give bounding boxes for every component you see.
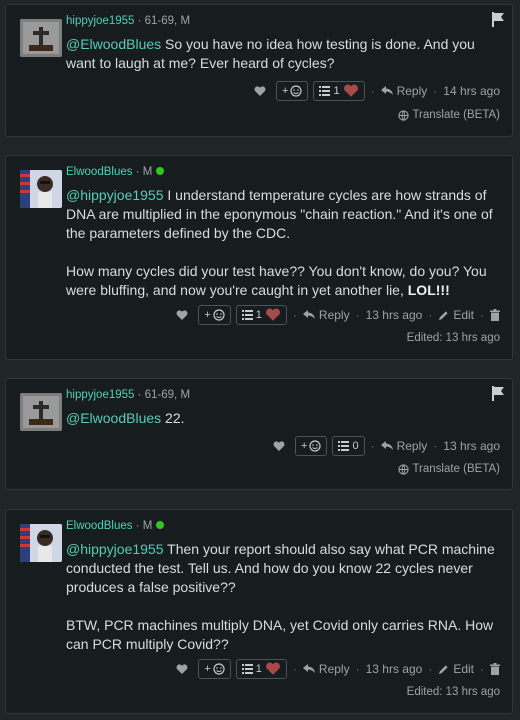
avatar[interactable] (20, 170, 62, 208)
heart-icon (343, 84, 358, 97)
mention-link[interactable]: @hippyjoe1955 (66, 187, 164, 203)
pencil-icon (439, 310, 448, 320)
reactions-list-button[interactable]: 1 (235, 305, 287, 325)
reply-icon (302, 664, 315, 673)
list-icon (338, 441, 350, 451)
heart-icon[interactable] (254, 85, 266, 97)
comment-card: hippyjoe1955 · 61-69, M @ElwoodBlues So … (5, 4, 513, 137)
avatar[interactable] (20, 393, 62, 431)
reply-button[interactable]: Reply (380, 439, 427, 453)
reply-button[interactable]: Reply (380, 84, 427, 98)
globe-icon (398, 463, 410, 475)
add-reaction-button[interactable]: + (198, 305, 231, 325)
flag-icon[interactable] (490, 385, 506, 401)
comment-card: ElwoodBlues · M @hippyjoe1955 I understa… (5, 155, 513, 360)
avatar[interactable] (20, 524, 62, 562)
edit-button[interactable]: Edit (438, 308, 474, 322)
trash-icon[interactable] (490, 663, 500, 675)
add-reaction-button[interactable]: + (295, 436, 328, 456)
comment-body-bold: LOL!!! (407, 282, 450, 298)
edit-button[interactable]: Edit (438, 662, 474, 676)
timestamp: 13 hrs ago (365, 662, 423, 676)
reactions-list-button[interactable]: 1 (313, 81, 365, 101)
list-icon (241, 664, 253, 674)
trash-icon[interactable] (490, 309, 500, 321)
timestamp: 14 hrs ago (443, 84, 500, 98)
comment-meta: hippyjoe1955 · 61-69, M (66, 15, 190, 27)
user-info: · 61-69, M (134, 389, 191, 401)
user-info: · 61-69, M (134, 15, 191, 27)
reply-button[interactable]: Reply (302, 308, 350, 322)
comment-actions: + 0 · Reply · 13 hrs ago (273, 436, 500, 456)
heart-icon[interactable] (273, 440, 285, 452)
mention-link[interactable]: @ElwoodBlues (66, 410, 161, 426)
username-link[interactable]: ElwoodBlues (66, 166, 132, 178)
username-link[interactable]: hippyjoe1955 (66, 389, 134, 401)
reply-icon (302, 310, 315, 319)
reply-icon (380, 86, 393, 95)
timestamp: 13 hrs ago (365, 308, 423, 322)
comment-meta: hippyjoe1955 · 61-69, M (66, 389, 190, 401)
comment-body: 22. (161, 410, 185, 426)
translate-link[interactable]: Translate (BETA) (398, 109, 500, 121)
comment-text: @hippyjoe1955 I understand temperature c… (66, 186, 500, 300)
comment-meta: ElwoodBlues · M (66, 520, 165, 532)
comment-actions: + 1 · Reply · 13 hrs ago · Edit · (176, 305, 500, 325)
heart-icon[interactable] (176, 663, 188, 675)
pencil-icon (439, 664, 448, 674)
comment-text: @ElwoodBlues So you have no idea how tes… (66, 35, 500, 73)
reactions-list-button[interactable]: 1 (235, 659, 287, 679)
user-info: · M (132, 166, 153, 178)
smiley-icon (213, 663, 225, 675)
reply-button[interactable]: Reply (302, 662, 350, 676)
edited-label: Edited: 13 hrs ago (406, 332, 500, 344)
heart-icon (265, 662, 280, 675)
list-icon (241, 310, 253, 320)
flag-icon[interactable] (490, 11, 506, 27)
reactions-list-button[interactable]: 0 (332, 436, 365, 456)
comment-actions: + 1 · Reply · 13 hrs ago · Edit · (176, 659, 500, 679)
mention-link[interactable]: @ElwoodBlues (66, 36, 161, 52)
globe-icon (398, 109, 410, 121)
username-link[interactable]: hippyjoe1955 (66, 15, 134, 27)
online-status-dot (156, 521, 165, 529)
comment-actions: + 1 · Reply · 14 hrs ago (254, 81, 500, 101)
comment-card: hippyjoe1955 · 61-69, M @ElwoodBlues 22.… (5, 378, 513, 490)
comment-body: BTW, PCR machines multiply DNA, yet Covi… (66, 617, 494, 652)
username-link[interactable]: ElwoodBlues (66, 520, 132, 532)
comment-card: ElwoodBlues · M @hippyjoe1955 Then your … (5, 509, 513, 714)
comment-meta: ElwoodBlues · M (66, 166, 165, 178)
comment-text: @hippyjoe1955 Then your report should al… (66, 540, 500, 654)
heart-icon (265, 308, 280, 321)
smiley-icon (309, 440, 322, 452)
translate-link[interactable]: Translate (BETA) (398, 463, 500, 475)
edited-label: Edited: 13 hrs ago (406, 686, 500, 698)
online-status-dot (156, 167, 165, 175)
comment-text: @ElwoodBlues 22. (66, 409, 500, 428)
smiley-icon (213, 309, 225, 321)
avatar[interactable] (20, 19, 62, 57)
user-info: · M (132, 520, 153, 532)
timestamp: 13 hrs ago (443, 439, 500, 453)
list-icon (319, 86, 331, 96)
add-reaction-button[interactable]: + (198, 659, 231, 679)
smiley-icon (290, 85, 303, 97)
add-reaction-button[interactable]: + (276, 81, 309, 101)
reply-icon (380, 441, 393, 450)
mention-link[interactable]: @hippyjoe1955 (66, 541, 164, 557)
heart-icon[interactable] (176, 309, 188, 321)
